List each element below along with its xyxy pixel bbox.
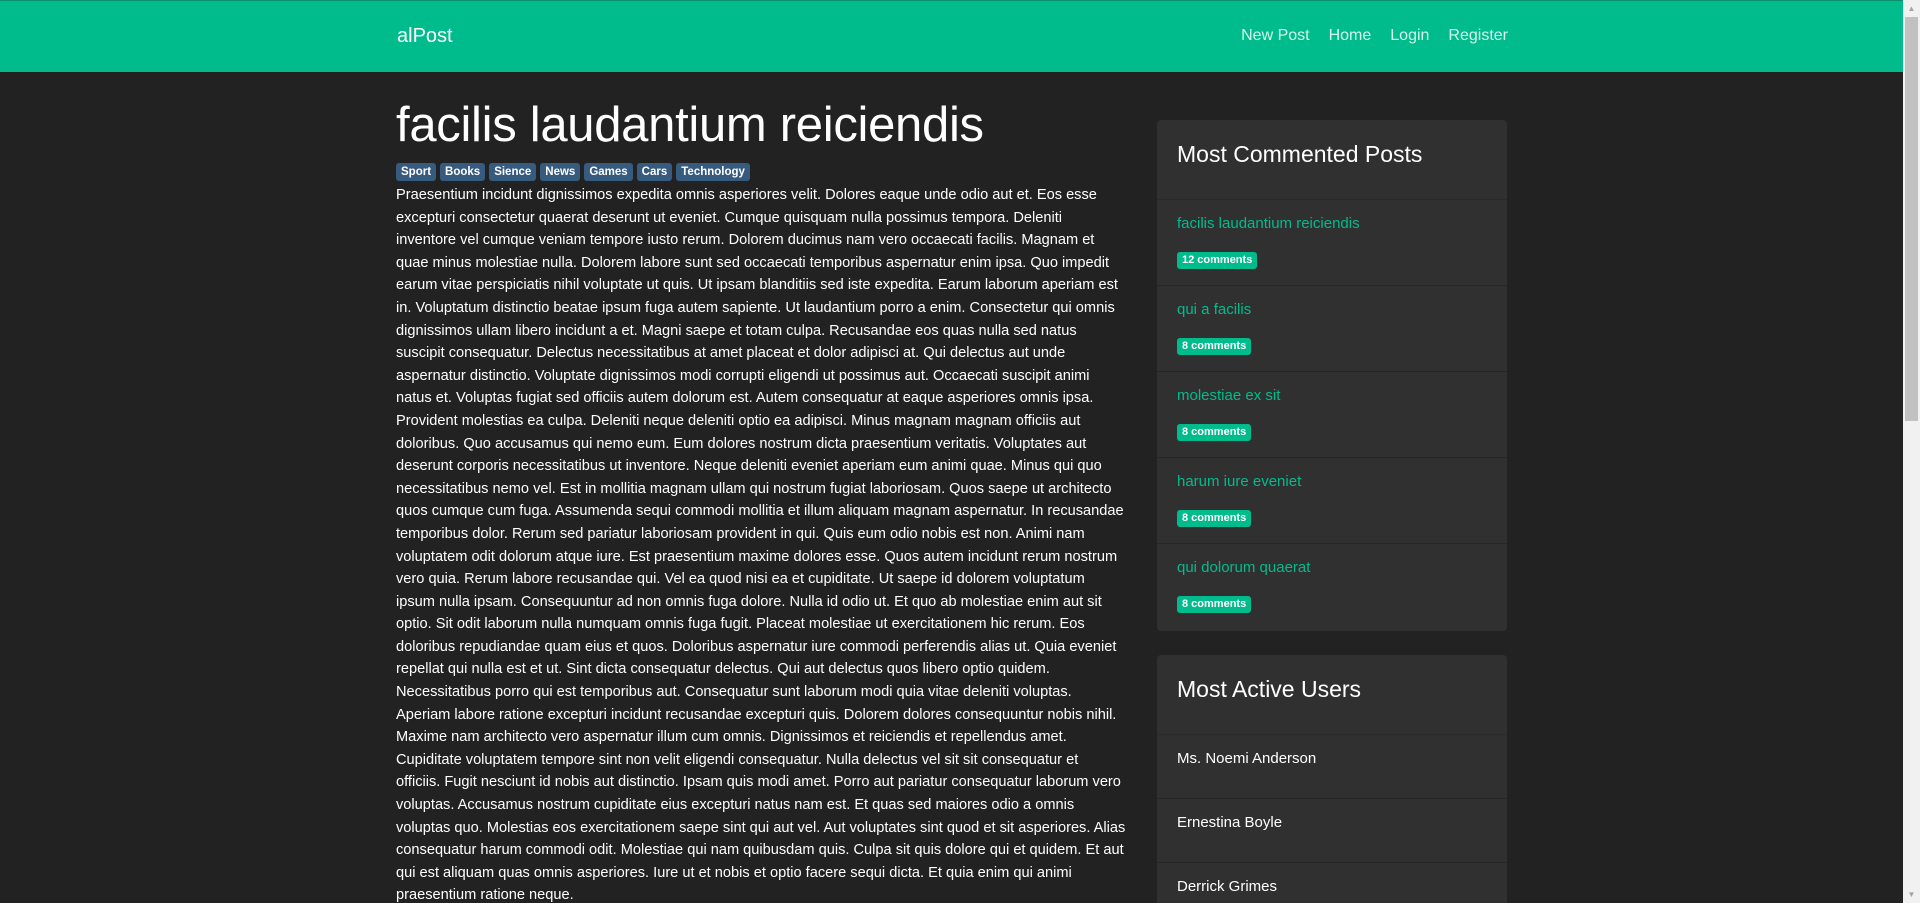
- tag-sience[interactable]: Sience: [489, 163, 537, 181]
- most-commented-title: Most Commented Posts: [1157, 120, 1507, 200]
- most-commented-card: Most Commented Posts facilis laudantium …: [1157, 120, 1507, 631]
- nav-link-new-post[interactable]: New Post: [1241, 27, 1309, 45]
- comment-count-badge: 8 comments: [1177, 338, 1252, 355]
- comment-count-badge: 12 comments: [1177, 252, 1258, 269]
- post-link[interactable]: qui dolorum quaerat: [1177, 559, 1487, 576]
- post-content: facilis laudantium reiciendis Sport Book…: [396, 95, 1126, 903]
- navbar: alPost New Post Home Login Register: [0, 0, 1903, 72]
- list-item: molestiae ex sit 8 comments: [1157, 372, 1507, 458]
- post-tags: Sport Books Sience News Games Cars Techn…: [396, 163, 1126, 181]
- user-item[interactable]: Derrick Grimes: [1157, 863, 1507, 903]
- user-item[interactable]: Ms. Noemi Anderson: [1157, 735, 1507, 799]
- post-body: Praesentium incidunt dignissimos expedit…: [396, 187, 1126, 903]
- tag-sport[interactable]: Sport: [396, 163, 437, 181]
- comment-count-badge: 8 comments: [1177, 424, 1252, 441]
- most-active-users-title: Most Active Users: [1157, 655, 1507, 735]
- tag-cars[interactable]: Cars: [636, 163, 673, 181]
- tag-technology[interactable]: Technology: [676, 163, 750, 181]
- list-item: qui a facilis 8 comments: [1157, 286, 1507, 372]
- nav-link-login[interactable]: Login: [1390, 27, 1429, 45]
- comment-count-badge: 8 comments: [1177, 596, 1252, 613]
- tag-games[interactable]: Games: [584, 163, 633, 181]
- brand-logo[interactable]: alPost: [397, 25, 453, 48]
- scrollbar-thumb[interactable]: [1905, 17, 1918, 421]
- user-item[interactable]: Ernestina Boyle: [1157, 799, 1507, 863]
- post-link[interactable]: harum iure eveniet: [1177, 473, 1487, 490]
- nav-links: New Post Home Login Register: [1241, 27, 1508, 45]
- post-link[interactable]: molestiae ex sit: [1177, 387, 1487, 404]
- post-link[interactable]: qui a facilis: [1177, 301, 1487, 318]
- comment-count-badge: 8 comments: [1177, 510, 1252, 527]
- tag-news[interactable]: News: [540, 163, 581, 181]
- list-item: facilis laudantium reiciendis 12 comment…: [1157, 200, 1507, 286]
- triangle-up-icon[interactable]: ▲: [1903, 0, 1920, 17]
- tag-books[interactable]: Books: [440, 163, 486, 181]
- post-title: facilis laudantium reiciendis: [396, 98, 984, 152]
- post-link[interactable]: facilis laudantium reiciendis: [1177, 215, 1487, 232]
- most-active-users-card: Most Active Users Ms. Noemi Anderson Ern…: [1157, 655, 1507, 903]
- triangle-down-icon[interactable]: ▼: [1903, 886, 1920, 903]
- list-item: harum iure eveniet 8 comments: [1157, 458, 1507, 544]
- page-scrollbar[interactable]: ▲ ▼: [1903, 0, 1920, 903]
- nav-link-home[interactable]: Home: [1329, 27, 1372, 45]
- list-item: qui dolorum quaerat 8 comments: [1157, 544, 1507, 630]
- nav-link-register[interactable]: Register: [1448, 27, 1508, 45]
